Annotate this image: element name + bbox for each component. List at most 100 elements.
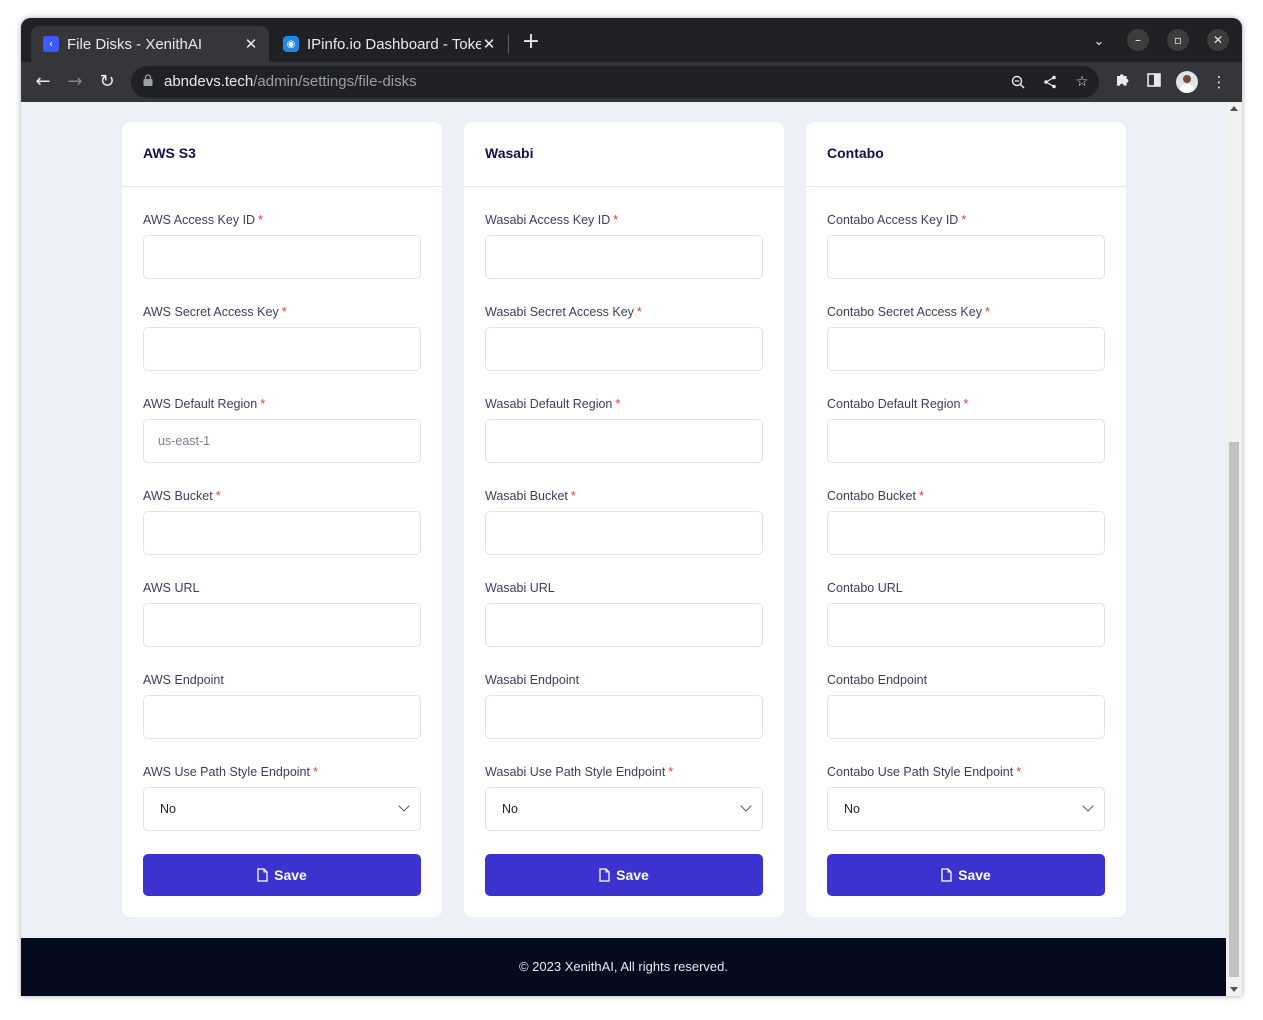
aws-bucket-input[interactable] (143, 511, 421, 555)
copyright-text: © 2023 XenithAI, All rights reserved. (518, 959, 729, 974)
ipinfo-logo-icon: ◉ (283, 36, 299, 52)
kebab-menu-icon[interactable]: ⋮ (1209, 72, 1229, 92)
card-wasabi: Wasabi Wasabi Access Key ID * Wasabi Secr… (464, 122, 784, 917)
zoom-icon[interactable] (1008, 72, 1028, 92)
field-label: Contabo Bucket * (827, 489, 924, 503)
card-title: Contabo (827, 145, 884, 161)
new-tab-button[interactable]: + (521, 30, 541, 54)
scroll-down-arrow-icon[interactable] (1230, 987, 1238, 992)
field-label: Wasabi Secret Access Key * (485, 305, 642, 319)
wasabi-save-button[interactable]: Save (485, 854, 763, 896)
field-label: Contabo Default Region * (827, 397, 969, 411)
tab-strip: ‹ File Disks - XenithAI ✕ ◉ IPinfo.io Da… (21, 18, 1242, 62)
card-contabo: Contabo Contabo Access Key ID * Contabo S… (806, 122, 1126, 917)
minimize-button[interactable]: – (1127, 29, 1149, 51)
extensions-icon[interactable] (1112, 72, 1132, 92)
select-value: No (502, 802, 518, 816)
forward-button[interactable]: → (63, 70, 87, 94)
wasabi-url-field: Wasabi URL (485, 579, 763, 647)
chevron-down-icon (398, 800, 410, 812)
save-label: Save (274, 867, 307, 883)
field-label: AWS Bucket * (143, 489, 221, 503)
page-content: AWS S3 AWS Access Key ID * AWS Secret Acc… (21, 102, 1226, 996)
aws-path-style-select[interactable]: No (143, 787, 421, 831)
aws-secret-key-input[interactable] (143, 327, 421, 371)
contabo-region-input[interactable] (827, 419, 1105, 463)
contabo-secret-key-input[interactable] (827, 327, 1105, 371)
contabo-path-style-select[interactable]: No (827, 787, 1105, 831)
maximize-button[interactable]: ▫ (1167, 29, 1189, 51)
close-tab-icon[interactable]: ✕ (243, 35, 259, 53)
chevron-down-icon (740, 800, 752, 812)
contabo-save-button[interactable]: Save (827, 854, 1105, 896)
aws-endpoint-input[interactable] (143, 695, 421, 739)
profile-avatar[interactable] (1176, 71, 1198, 93)
field-label: AWS URL (143, 581, 200, 595)
browser-toolbar: ← → ↻ abndevs.tech/admin/settings/file-d… (21, 62, 1242, 102)
aws-save-button[interactable]: Save (143, 854, 421, 896)
scroll-up-arrow-icon[interactable] (1230, 106, 1238, 111)
wasabi-endpoint-field: Wasabi Endpoint (485, 671, 763, 739)
wasabi-access-key-input[interactable] (485, 235, 763, 279)
file-icon (941, 868, 952, 882)
scrollbar-thumb[interactable] (1229, 442, 1239, 977)
tab-title: IPinfo.io Dashboard - Toke (307, 35, 481, 53)
side-panel-icon[interactable] (1144, 72, 1164, 92)
close-window-button[interactable]: ✕ (1207, 29, 1229, 51)
tab-search-icon[interactable]: ⌄ (1089, 30, 1109, 54)
field-label: Contabo Secret Access Key * (827, 305, 990, 319)
share-icon[interactable] (1040, 72, 1060, 92)
card-aws-s3: AWS S3 AWS Access Key ID * AWS Secret Acc… (122, 122, 442, 917)
file-icon (257, 868, 268, 882)
aws-access-key-input[interactable] (143, 235, 421, 279)
aws-region-input[interactable] (143, 419, 421, 463)
aws-url-input[interactable] (143, 603, 421, 647)
field-label: Contabo Access Key ID * (827, 213, 967, 227)
wasabi-path-style-field: Wasabi Use Path Style Endpoint * No (485, 763, 763, 831)
wasabi-bucket-field: Wasabi Bucket * (485, 487, 763, 555)
contabo-bucket-input[interactable] (827, 511, 1105, 555)
card-header: AWS S3 (122, 122, 442, 187)
reload-button[interactable]: ↻ (95, 70, 119, 94)
aws-url-field: AWS URL (143, 579, 421, 647)
wasabi-secret-key-field: Wasabi Secret Access Key * (485, 303, 763, 371)
wasabi-region-input[interactable] (485, 419, 763, 463)
field-label: Wasabi Endpoint (485, 673, 580, 687)
contabo-secret-key-field: Contabo Secret Access Key * (827, 303, 1105, 371)
contabo-url-input[interactable] (827, 603, 1105, 647)
back-button[interactable]: ← (31, 70, 55, 94)
field-label: Wasabi URL (485, 581, 555, 595)
contabo-endpoint-input[interactable] (827, 695, 1105, 739)
address-bar[interactable]: abndevs.tech/admin/settings/file-disks ☆ (131, 66, 1099, 98)
field-label: AWS Secret Access Key * (143, 305, 287, 319)
save-label: Save (958, 867, 991, 883)
contabo-bucket-field: Contabo Bucket * (827, 487, 1105, 555)
url-path: /admin/settings/file-disks (253, 73, 417, 90)
contabo-endpoint-field: Contabo Endpoint (827, 671, 1105, 739)
wasabi-url-input[interactable] (485, 603, 763, 647)
wasabi-access-key-field: Wasabi Access Key ID * (485, 211, 763, 279)
close-tab-icon[interactable]: ✕ (481, 35, 497, 53)
wasabi-secret-key-input[interactable] (485, 327, 763, 371)
wasabi-endpoint-input[interactable] (485, 695, 763, 739)
wasabi-bucket-input[interactable] (485, 511, 763, 555)
save-label: Save (616, 867, 649, 883)
wasabi-path-style-select[interactable]: No (485, 787, 763, 831)
url-text: abndevs.tech/admin/settings/file-disks (164, 73, 417, 90)
tab-ipinfo[interactable]: ◉ IPinfo.io Dashboard - Toke ✕ (271, 26, 507, 62)
field-label: Contabo Endpoint (827, 673, 928, 687)
field-label: Wasabi Use Path Style Endpoint * (485, 765, 674, 779)
browser-window: ‹ File Disks - XenithAI ✕ ◉ IPinfo.io Da… (21, 18, 1242, 996)
contabo-access-key-field: Contabo Access Key ID * (827, 211, 1105, 279)
aws-endpoint-field: AWS Endpoint (143, 671, 421, 739)
select-value: No (160, 802, 176, 816)
page-footer: © 2023 XenithAI, All rights reserved. (21, 938, 1226, 996)
contabo-access-key-input[interactable] (827, 235, 1105, 279)
bookmark-star-icon[interactable]: ☆ (1072, 72, 1092, 92)
vertical-scrollbar[interactable] (1226, 102, 1242, 996)
aws-secret-key-field: AWS Secret Access Key * (143, 303, 421, 371)
tab-file-disks[interactable]: ‹ File Disks - XenithAI ✕ (31, 26, 269, 62)
field-label: AWS Endpoint (143, 673, 224, 687)
contabo-path-style-field: Contabo Use Path Style Endpoint * No (827, 763, 1105, 831)
url-domain: abndevs.tech (164, 73, 254, 90)
